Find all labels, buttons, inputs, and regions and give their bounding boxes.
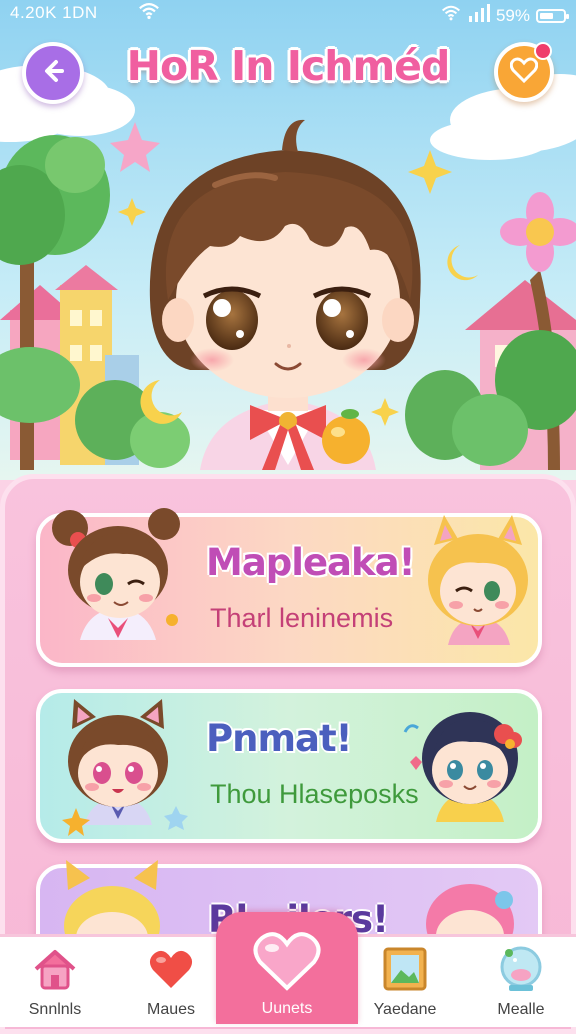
nav-item-profile[interactable]: Mealle	[466, 937, 576, 1027]
nav-label: Maues	[146, 1001, 196, 1018]
signal-icon	[468, 4, 490, 27]
page-title: HoR In Ichméd	[126, 42, 451, 90]
nav-item-gallery[interactable]: Yaedane	[350, 937, 460, 1027]
nav-item-favorites[interactable]: Maues	[116, 937, 226, 1027]
wifi-icon	[138, 0, 160, 27]
notification-button[interactable]	[494, 42, 554, 102]
notification-dot	[534, 42, 552, 60]
wifi-icon	[440, 3, 462, 28]
card-title: Mapleaka!	[206, 541, 415, 584]
battery-level	[540, 12, 553, 19]
nav-label: Mealle	[497, 1001, 545, 1018]
card-subtitle: Thou Hlaseposks	[210, 779, 419, 809]
battery-icon	[536, 8, 569, 23]
nav-label: Uunets	[261, 1000, 313, 1017]
heart-icon	[148, 948, 194, 994]
nav-label: Yaedane	[373, 1001, 437, 1018]
character-card[interactable]: Pnmat! Thou Hlaseposks	[36, 689, 542, 843]
card-title: Pnmat!	[206, 717, 353, 760]
character-card[interactable]: Mapleaka! Tharl leninemis	[36, 513, 542, 667]
nav-item-active[interactable]: Uunets	[216, 912, 358, 1024]
battery-percent: 59%	[495, 5, 530, 25]
home-icon	[33, 948, 77, 994]
snow-globe-icon	[497, 945, 545, 997]
picture-frame-icon	[382, 946, 428, 996]
nav-label: Snnlnls	[28, 1001, 82, 1018]
nav-item-home[interactable]: Snnlnls	[0, 937, 110, 1027]
heart-icon	[252, 930, 322, 996]
heart-badge-icon	[509, 57, 539, 87]
status-time: 4.20K 1DN	[10, 3, 98, 22]
status-bar: 4.20K 1DN 59%	[0, 0, 576, 26]
card-subtitle: Tharl leninemis	[210, 603, 394, 633]
